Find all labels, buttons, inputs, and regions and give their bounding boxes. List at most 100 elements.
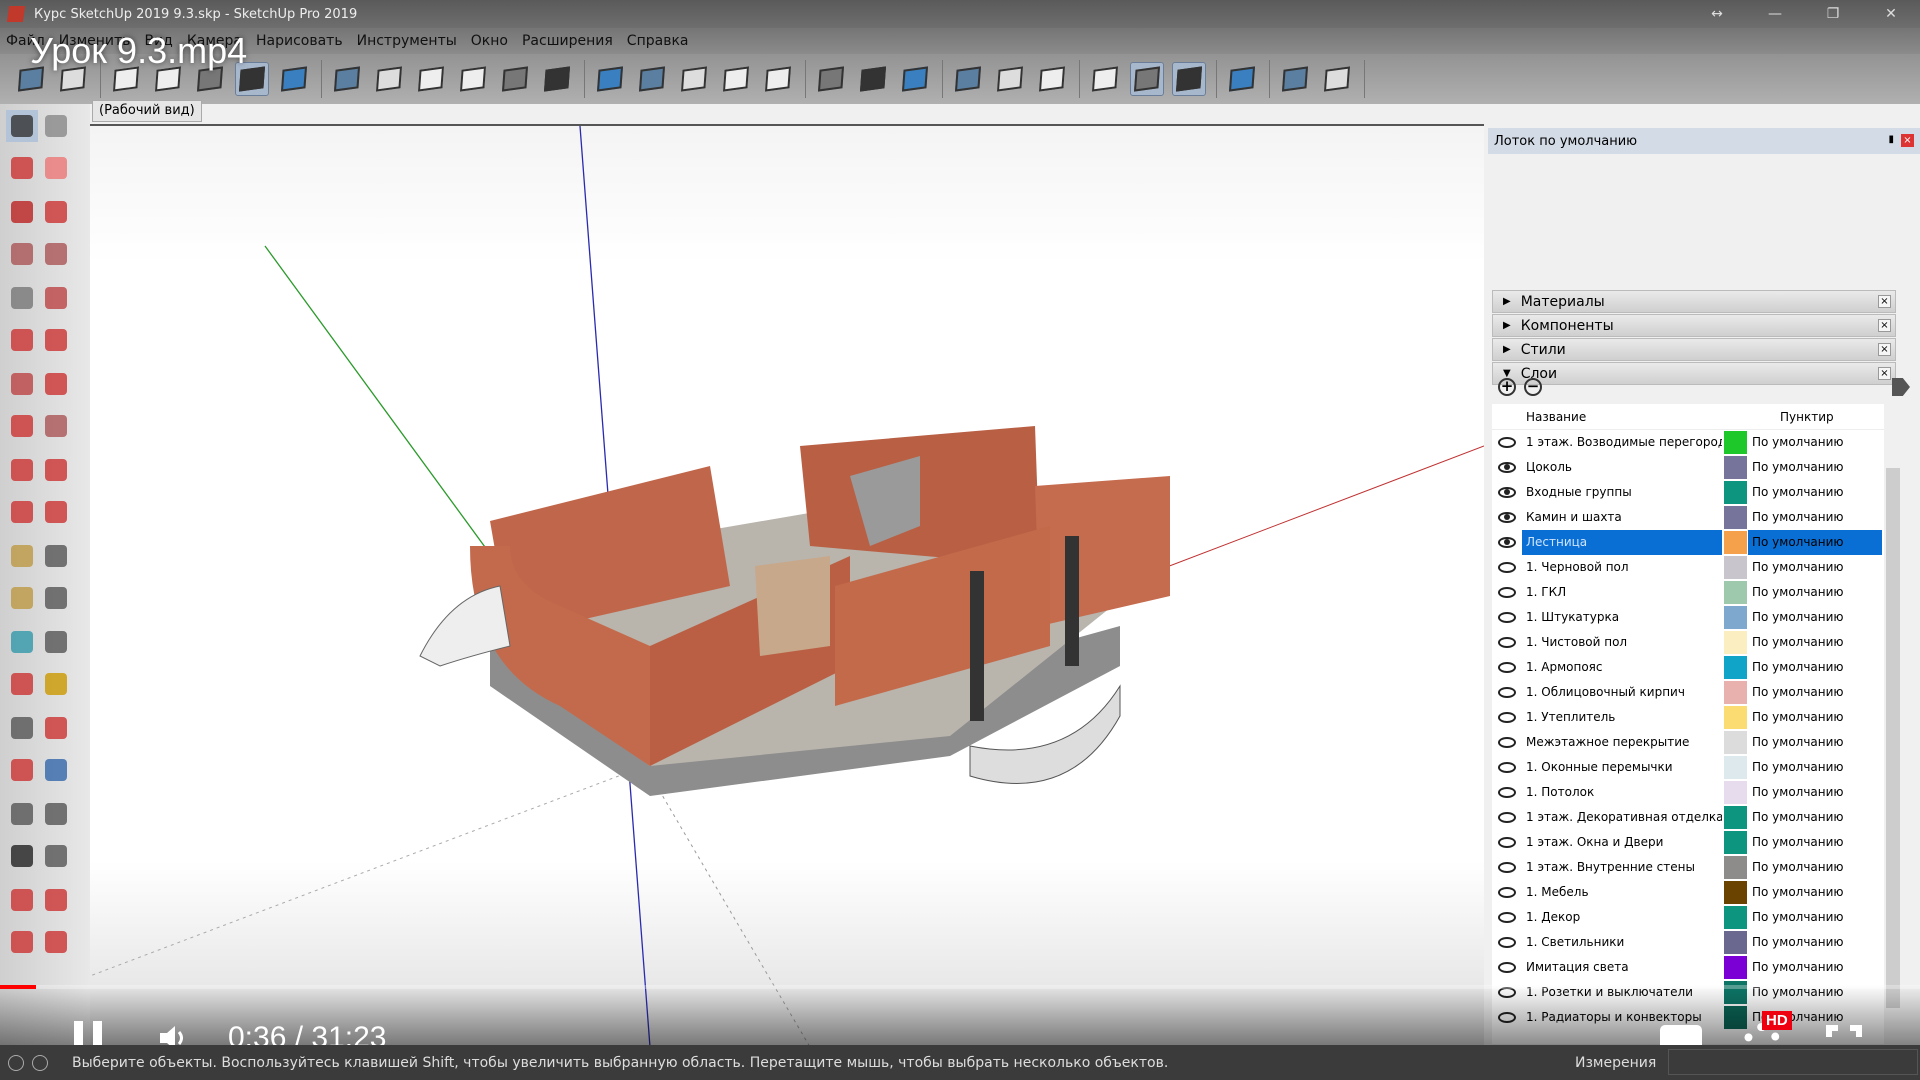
- layer-name[interactable]: 1. Армопояс: [1522, 655, 1722, 680]
- tray-section-3[interactable]: ▼ Слои ×: [1492, 362, 1896, 385]
- menu-item[interactable]: Расширения: [522, 33, 613, 49]
- toolbar-tool-icon[interactable]: [498, 62, 532, 96]
- close-button[interactable]: ✕: [1862, 0, 1920, 28]
- tool-icon[interactable]: [6, 712, 38, 744]
- layer-color-swatch[interactable]: [1724, 506, 1747, 529]
- layer-color-swatch[interactable]: [1724, 831, 1747, 854]
- tool-icon[interactable]: [6, 368, 38, 400]
- layer-row[interactable]: 1. Светильники По умолчанию: [1492, 930, 1882, 955]
- toolbar-tool-icon[interactable]: [814, 62, 848, 96]
- layer-row[interactable]: 1 этаж. Декоративная отделка По умолчанию: [1492, 805, 1882, 830]
- menu-item[interactable]: Окно: [471, 33, 508, 49]
- layer-color-swatch[interactable]: [1724, 631, 1747, 654]
- layer-name[interactable]: 1. Светильники: [1522, 930, 1722, 955]
- layer-name[interactable]: Имитация света: [1522, 955, 1722, 980]
- tool-icon[interactable]: [40, 884, 72, 916]
- visibility-eye-icon[interactable]: [1498, 512, 1516, 523]
- section-close-button[interactable]: ×: [1878, 319, 1891, 332]
- tool-icon[interactable]: [40, 840, 72, 872]
- section-close-button[interactable]: ×: [1878, 295, 1891, 308]
- layer-dash[interactable]: По умолчанию: [1752, 930, 1844, 955]
- tool-icon[interactable]: [40, 712, 72, 744]
- tool-icon[interactable]: [40, 798, 72, 830]
- toolbar-tool-icon[interactable]: [719, 62, 753, 96]
- pin-icon[interactable]: ▮: [1888, 134, 1894, 145]
- tool-icon[interactable]: [6, 840, 38, 872]
- layer-name[interactable]: 1. Облицовочный кирпич: [1522, 680, 1722, 705]
- tool-icon[interactable]: [6, 196, 38, 228]
- tool-icon[interactable]: [6, 926, 38, 958]
- toolbar-tool-icon[interactable]: [372, 62, 406, 96]
- layer-row[interactable]: 1 этаж. Внутренние стены По умолчанию: [1492, 855, 1882, 880]
- layer-name[interactable]: Лестница: [1522, 530, 1722, 555]
- toolbar-tool-icon[interactable]: [1225, 62, 1259, 96]
- layer-dash[interactable]: По умолчанию: [1752, 830, 1844, 855]
- layers-scrollbar[interactable]: [1884, 404, 1902, 1044]
- layer-name[interactable]: Цоколь: [1522, 455, 1722, 480]
- layer-color-swatch[interactable]: [1724, 956, 1747, 979]
- visibility-eye-icon[interactable]: [1498, 612, 1516, 623]
- layer-color-swatch[interactable]: [1724, 606, 1747, 629]
- minimize-button[interactable]: —: [1746, 0, 1804, 28]
- tray-close-button[interactable]: ×: [1901, 134, 1914, 147]
- restore-button[interactable]: ❐: [1804, 0, 1862, 28]
- layer-row[interactable]: 1 этаж. Возводимые перегородки По умолчан…: [1492, 430, 1882, 455]
- video-progress[interactable]: [0, 985, 1920, 989]
- visibility-eye-icon[interactable]: [1498, 737, 1516, 748]
- visibility-eye-icon[interactable]: [1498, 437, 1516, 448]
- toolbar-tool-icon[interactable]: [1035, 62, 1069, 96]
- visibility-eye-icon[interactable]: [1498, 462, 1516, 473]
- scene-tab[interactable]: (Рабочий вид): [92, 100, 202, 122]
- tool-icon[interactable]: [40, 196, 72, 228]
- layer-color-swatch[interactable]: [1724, 581, 1747, 604]
- tool-icon[interactable]: [40, 152, 72, 184]
- layer-color-swatch[interactable]: [1724, 931, 1747, 954]
- layer-name[interactable]: 1. Утеплитель: [1522, 705, 1722, 730]
- column-name[interactable]: Название: [1526, 410, 1726, 424]
- layer-dash[interactable]: По умолчанию: [1752, 580, 1844, 605]
- layer-dash[interactable]: По умолчанию: [1752, 880, 1844, 905]
- layer-name[interactable]: 1. Чистовой пол: [1522, 630, 1722, 655]
- tool-icon[interactable]: [6, 626, 38, 658]
- layer-details-button[interactable]: [1892, 378, 1910, 396]
- visibility-eye-icon[interactable]: [1498, 912, 1516, 923]
- layer-row[interactable]: 1. Потолок По умолчанию: [1492, 780, 1882, 805]
- layer-color-swatch[interactable]: [1724, 681, 1747, 704]
- layer-color-swatch[interactable]: [1724, 531, 1747, 554]
- layer-name[interactable]: 1. Оконные перемычки: [1522, 755, 1722, 780]
- layer-name[interactable]: 1 этаж. Окна и Двери: [1522, 830, 1722, 855]
- tool-icon[interactable]: [6, 110, 38, 142]
- tool-icon[interactable]: [40, 238, 72, 270]
- tool-icon[interactable]: [6, 324, 38, 356]
- tool-icon[interactable]: [6, 282, 38, 314]
- layer-name[interactable]: Входные группы: [1522, 480, 1722, 505]
- layer-dash[interactable]: По умолчанию: [1752, 780, 1844, 805]
- tool-icon[interactable]: [40, 454, 72, 486]
- visibility-eye-icon[interactable]: [1498, 862, 1516, 873]
- scroll-thumb[interactable]: [1886, 468, 1900, 1008]
- layer-color-swatch[interactable]: [1724, 706, 1747, 729]
- tool-icon[interactable]: [6, 884, 38, 916]
- layer-row[interactable]: 1. Черновой пол По умолчанию: [1492, 555, 1882, 580]
- layer-dash[interactable]: По умолчанию: [1752, 730, 1844, 755]
- layer-row[interactable]: 1. Утеплитель По умолчанию: [1492, 705, 1882, 730]
- layer-color-swatch[interactable]: [1724, 781, 1747, 804]
- toolbar-tool-icon[interactable]: [993, 62, 1027, 96]
- layer-row[interactable]: 1. Оконные перемычки По умолчанию: [1492, 755, 1882, 780]
- layer-dash[interactable]: По умолчанию: [1752, 855, 1844, 880]
- tool-icon[interactable]: [6, 668, 38, 700]
- menu-item[interactable]: Справка: [627, 33, 689, 49]
- layer-color-swatch[interactable]: [1724, 556, 1747, 579]
- layer-name[interactable]: Камин и шахта: [1522, 505, 1722, 530]
- visibility-eye-icon[interactable]: [1498, 812, 1516, 823]
- tool-icon[interactable]: [40, 754, 72, 786]
- toolbar-tool-icon[interactable]: [1278, 62, 1312, 96]
- visibility-eye-icon[interactable]: [1498, 787, 1516, 798]
- layer-dash[interactable]: По умолчанию: [1752, 630, 1844, 655]
- layer-color-swatch[interactable]: [1724, 456, 1747, 479]
- tool-icon[interactable]: [40, 110, 72, 142]
- visibility-eye-icon[interactable]: [1498, 562, 1516, 573]
- toolbar-tool-icon[interactable]: [951, 62, 985, 96]
- layer-dash[interactable]: По умолчанию: [1752, 755, 1844, 780]
- layer-name[interactable]: 1. Черновой пол: [1522, 555, 1722, 580]
